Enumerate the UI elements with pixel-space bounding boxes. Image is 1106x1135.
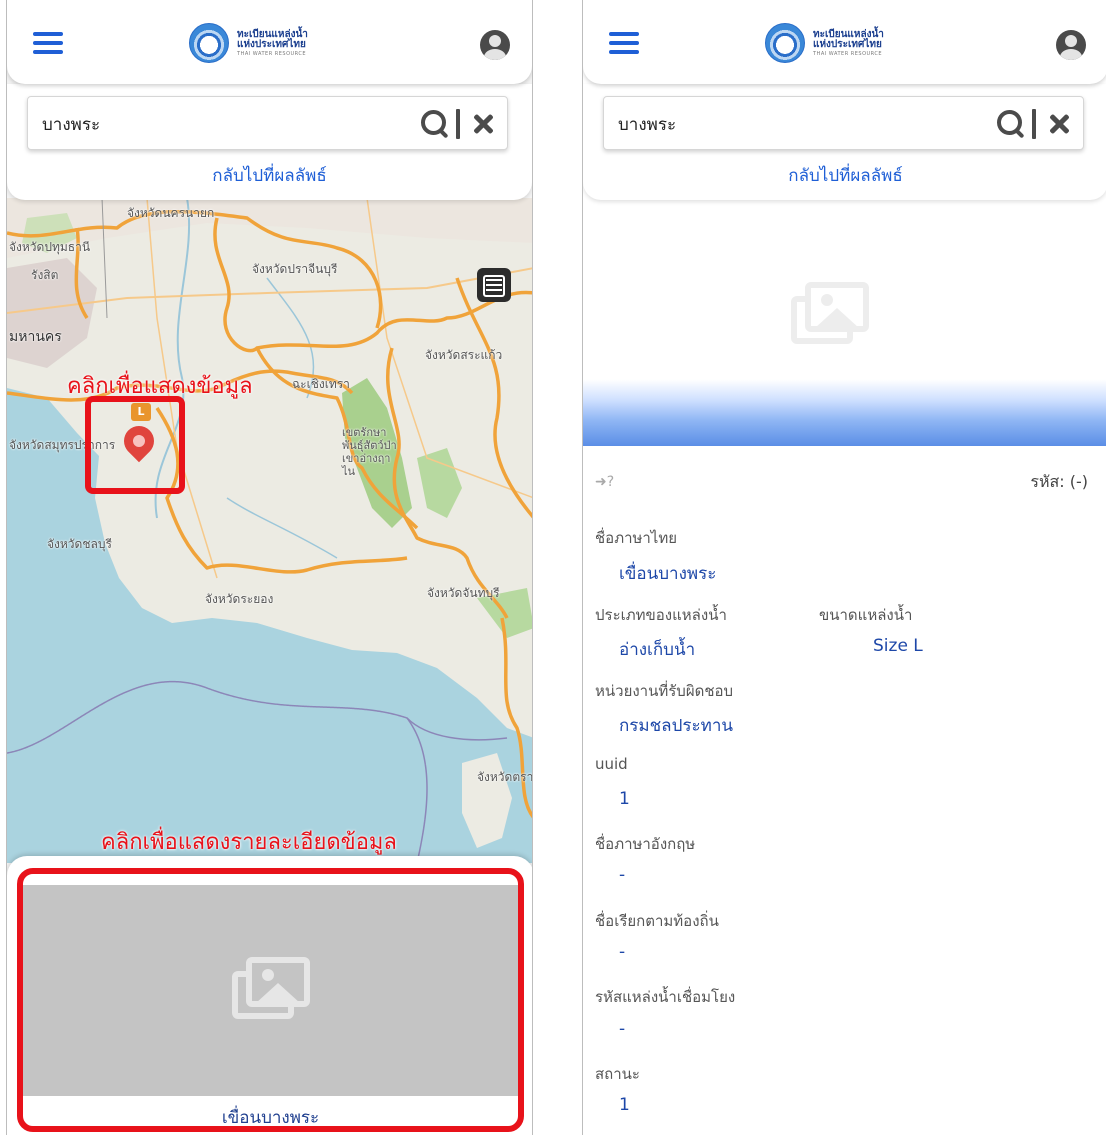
close-icon[interactable] bbox=[469, 109, 497, 139]
search-separator bbox=[1032, 109, 1036, 139]
app-logo: ทะเบียนแหล่งน้ำ แห่งประเทศไทย THAI WATER… bbox=[765, 22, 884, 64]
map-label: จังหวัดจันทบุรี bbox=[427, 586, 500, 600]
menu-icon[interactable] bbox=[33, 32, 63, 54]
field-value-english-name: - bbox=[619, 865, 626, 885]
search-input[interactable] bbox=[42, 111, 402, 137]
field-value-thai-name: เขื่อนบางพระ bbox=[619, 564, 717, 584]
map-label: จังหวัดชลบุรี bbox=[47, 537, 112, 551]
field-value-linked-code: - bbox=[619, 1019, 626, 1039]
field-label-size: ขนาดแหล่งน้ำ bbox=[819, 606, 913, 624]
back-to-results-link[interactable]: กลับไปที่ผลลัพธ์ bbox=[7, 162, 532, 189]
field-value-status: 1 bbox=[619, 1095, 630, 1115]
search-icon[interactable] bbox=[996, 109, 1026, 139]
field-label-english-name: ชื่อภาษาอังกฤษ bbox=[595, 835, 696, 853]
map-canvas[interactable] bbox=[7, 198, 533, 863]
map-label: จังหวัดปทุมธานี bbox=[9, 240, 91, 254]
field-value-uuid: 1 bbox=[619, 789, 630, 809]
field-value-agency: กรมชลประทาน bbox=[619, 716, 734, 736]
detail-screen: ทะเบียนแหล่งน้ำ แห่งประเทศไทย THAI WATER… bbox=[582, 0, 1106, 1135]
search-separator bbox=[456, 109, 460, 139]
field-label-uuid: uuid bbox=[595, 755, 628, 773]
field-label-local-name: ชื่อเรียกตามท้องถิ่น bbox=[595, 912, 719, 930]
annotation-click-detail: คลิกเพื่อแสดงรายละเอียดข้อมูล bbox=[101, 830, 397, 855]
user-avatar-icon[interactable] bbox=[1056, 30, 1086, 60]
resource-code: รหัส: (-) bbox=[1030, 472, 1088, 491]
map-label: ฉะเชิงเทรา bbox=[292, 377, 350, 391]
map-label: จังหวัดนครนายก bbox=[127, 206, 215, 220]
app-header: ทะเบียนแหล่งน้ำ แห่งประเทศไทย THAI WATER… bbox=[7, 0, 532, 84]
field-value-size: Size L bbox=[873, 636, 923, 656]
search-box bbox=[27, 96, 508, 150]
user-avatar-icon[interactable] bbox=[480, 30, 510, 60]
map-label: จังหวัดระยอง bbox=[205, 592, 274, 606]
water-drop-emblem-icon bbox=[765, 23, 805, 63]
logo-title-line2: แห่งประเทศไทย bbox=[813, 38, 882, 50]
back-to-results-link[interactable]: กลับไปที่ผลลัพธ์ bbox=[583, 162, 1106, 189]
search-input[interactable] bbox=[618, 111, 978, 137]
search-panel: กลับไปที่ผลลัพธ์ bbox=[583, 84, 1106, 200]
field-label-thai-name: ชื่อภาษาไทย bbox=[595, 529, 678, 547]
share-icon[interactable]: ➜? bbox=[595, 474, 614, 490]
logo-title-line1: ทะเบียนแหล่งน้ำ bbox=[813, 28, 884, 40]
sheet-highlight-frame bbox=[17, 868, 524, 1132]
field-label-status: สถานะ bbox=[595, 1065, 640, 1083]
detail-hero-image bbox=[583, 190, 1106, 446]
map-screen: จังหวัดนครนายก จังหวัดปทุมธานี รังสิต จั… bbox=[6, 0, 533, 1135]
logo-subtitle: THAI WATER RESOURCE bbox=[237, 50, 307, 57]
logo-title-line2: แห่งประเทศไทย bbox=[237, 38, 306, 50]
app-logo: ทะเบียนแหล่งน้ำ แห่งประเทศไทย THAI WATER… bbox=[189, 22, 308, 64]
field-label-agency: หน่วยงานที่รับผิดชอบ bbox=[595, 682, 734, 700]
layer-toggle-button[interactable] bbox=[477, 268, 511, 302]
menu-icon[interactable] bbox=[609, 32, 639, 54]
map-label: จังหวัดสระแก้ว bbox=[425, 348, 503, 362]
field-label-linked-code: รหัสแหล่งน้ำเชื่อมโยง bbox=[595, 988, 736, 1006]
map-label: มหานคร bbox=[9, 329, 62, 345]
water-drop-emblem-icon bbox=[189, 23, 229, 63]
map-label: จังหวัดตราด bbox=[477, 770, 533, 784]
map-label: จังหวัดปราจีนบุรี bbox=[252, 262, 338, 276]
search-box bbox=[603, 96, 1084, 150]
close-icon[interactable] bbox=[1045, 109, 1073, 139]
marker-size-badge[interactable]: L bbox=[131, 403, 151, 421]
field-value-local-name: - bbox=[619, 942, 626, 962]
app-header: ทะเบียนแหล่งน้ำ แห่งประเทศไทย THAI WATER… bbox=[583, 0, 1106, 84]
map-label: รังสิต bbox=[31, 268, 59, 282]
map-label: เขตรักษาพันธุ์สัตว์ป่าเขาอ่างฤาไน bbox=[342, 426, 397, 478]
logo-subtitle: THAI WATER RESOURCE bbox=[813, 50, 883, 57]
search-icon[interactable] bbox=[420, 109, 450, 139]
field-value-type: อ่างเก็บน้ำ bbox=[619, 640, 696, 660]
logo-title-line1: ทะเบียนแหล่งน้ำ bbox=[237, 28, 308, 40]
image-placeholder-icon bbox=[791, 282, 871, 346]
search-panel: กลับไปที่ผลลัพธ์ bbox=[7, 84, 532, 200]
map-view[interactable]: จังหวัดนครนายก จังหวัดปทุมธานี รังสิต จั… bbox=[7, 198, 533, 863]
field-label-type: ประเภทของแหล่งน้ำ bbox=[595, 606, 727, 624]
